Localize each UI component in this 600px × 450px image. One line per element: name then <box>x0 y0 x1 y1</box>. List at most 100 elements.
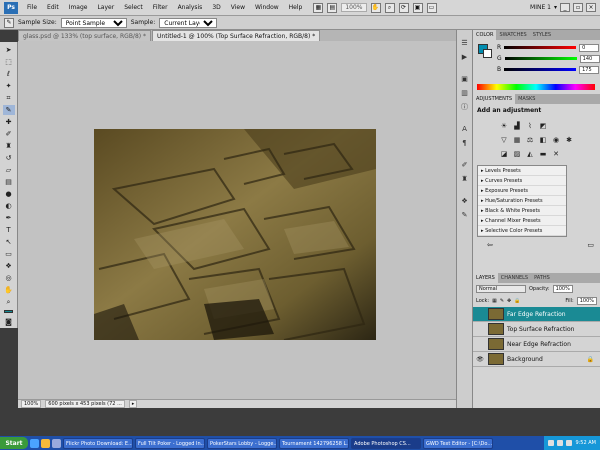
black-white-icon[interactable]: ◧ <box>538 135 548 145</box>
tab-styles[interactable]: STYLES <box>530 30 554 40</box>
brush-tool-icon[interactable]: ✐ <box>3 129 15 139</box>
menu-edit[interactable]: Edit <box>42 4 64 11</box>
threshold-icon[interactable]: ◭ <box>525 149 535 159</box>
info-panel-icon[interactable]: ⓘ <box>460 102 470 112</box>
rotate-view-icon[interactable]: ⟳ <box>398 2 409 13</box>
color-balance-icon[interactable]: ⚖ <box>525 135 535 145</box>
menu-analysis[interactable]: Analysis <box>173 4 208 11</box>
eyedropper-preset-icon[interactable]: ✎ <box>4 17 14 28</box>
tab-layers[interactable]: LAYERS <box>473 273 498 283</box>
tab-paths[interactable]: PATHS <box>531 273 553 283</box>
taskbar-item-text-editor[interactable]: GWD Text Editor - [C:\Do... <box>423 437 493 449</box>
menu-file[interactable]: File <box>22 4 42 11</box>
menu-layer[interactable]: Layer <box>92 4 119 11</box>
history-brush-tool-icon[interactable]: ↺ <box>3 153 15 163</box>
dodge-tool-icon[interactable]: ◐ <box>3 201 15 211</box>
outlook-icon[interactable] <box>41 438 50 448</box>
menu-help[interactable]: Help <box>284 4 308 11</box>
clone-stamp-tool-icon[interactable]: ♜ <box>3 141 15 151</box>
document-canvas-image[interactable] <box>94 129 376 340</box>
clone-source-panel-icon[interactable]: ♜ <box>460 174 470 184</box>
layer-row[interactable]: Top Surface Refraction <box>473 322 600 337</box>
preset-channel-mixer[interactable]: ▸ Channel Mixer Presets <box>478 216 566 226</box>
brushes-panel-icon[interactable]: ✐ <box>460 160 470 170</box>
gradient-map-icon[interactable]: ▬ <box>538 149 548 159</box>
security-icon[interactable] <box>566 440 573 446</box>
paragraph-panel-icon[interactable]: ¶ <box>460 138 470 148</box>
shape-tool-icon[interactable]: ▭ <box>3 249 15 259</box>
background-color-swatch[interactable] <box>483 49 492 58</box>
status-menu-arrow-icon[interactable]: ▸ <box>128 400 138 408</box>
3d-orbit-tool-icon[interactable]: ◎ <box>3 273 15 283</box>
tool-presets-panel-icon[interactable]: ✎ <box>460 210 470 220</box>
blue-value-field[interactable]: 175 <box>579 65 600 74</box>
character-panel-icon[interactable]: A <box>460 124 470 134</box>
eyedropper-tool-icon[interactable]: ✎ <box>2 105 15 115</box>
preset-levels[interactable]: ▸ Levels Presets <box>478 166 566 176</box>
crop-tool-icon[interactable]: ⌗ <box>3 93 15 103</box>
channel-mixer-icon[interactable]: ✱ <box>564 135 574 145</box>
gradient-tool-icon[interactable]: ▤ <box>3 177 15 187</box>
preset-curves[interactable]: ▸ Curves Presets <box>478 176 566 186</box>
move-tool-icon[interactable]: ➤ <box>3 45 15 55</box>
tab-adjustments[interactable]: ADJUSTMENTS <box>473 94 516 104</box>
history-panel-icon[interactable]: ☰ <box>460 38 470 48</box>
blue-slider[interactable] <box>504 68 577 71</box>
taskbar-item-flickr[interactable]: Flickr Photo Download: E... <box>63 437 133 449</box>
network-icon[interactable] <box>548 440 555 446</box>
navigator-panel-icon[interactable]: ▣ <box>460 74 470 84</box>
zoom-tool-icon[interactable]: ⌕ <box>384 2 395 13</box>
selective-color-icon[interactable]: ✕ <box>551 149 561 159</box>
preset-hue-saturation[interactable]: ▸ Hue/Saturation Presets <box>478 196 566 206</box>
red-slider[interactable] <box>504 46 577 49</box>
preset-black-white[interactable]: ▸ Black & White Presets <box>478 206 566 216</box>
opacity-field[interactable]: 100% <box>552 285 573 293</box>
eye-icon[interactable]: 👁 <box>475 356 485 363</box>
taskbar-item-full-tilt[interactable]: Full Tilt Poker - Logged In... <box>135 437 205 449</box>
tab-swatches[interactable]: SWATCHES <box>496 30 529 40</box>
bridge-icon[interactable]: ▦ <box>313 2 324 13</box>
return-to-list-icon[interactable]: ⇦ <box>487 241 493 249</box>
hue-saturation-icon[interactable]: ▦ <box>512 135 522 145</box>
taskbar-item-photoshop[interactable]: Adobe Photoshop CS... <box>351 437 421 449</box>
volume-icon[interactable] <box>557 440 564 446</box>
panel-options-icon[interactable]: ▭ <box>587 241 594 249</box>
invert-icon[interactable]: ◪ <box>499 149 509 159</box>
tab-color[interactable]: COLOR <box>473 30 497 40</box>
screen-mode-icon[interactable]: ▭ <box>426 2 437 13</box>
status-zoom-field[interactable]: 100% <box>21 400 42 408</box>
menu-select[interactable]: Select <box>119 4 148 11</box>
menu-window[interactable]: Window <box>250 4 284 11</box>
view-extras-icon[interactable]: ▤ <box>327 2 338 13</box>
vibrance-icon[interactable]: ▽ <box>499 135 509 145</box>
foreground-color-swatch[interactable] <box>4 310 13 313</box>
lasso-tool-icon[interactable]: ℓ <box>3 69 15 79</box>
brightness-contrast-icon[interactable]: ☀ <box>499 121 509 131</box>
type-tool-icon[interactable]: T <box>3 225 15 235</box>
lock-position-icon[interactable]: ✥ <box>507 298 511 304</box>
green-slider[interactable] <box>504 57 577 60</box>
layer-row[interactable]: Near Edge Refraction <box>473 337 600 352</box>
zoom-level-dropdown[interactable]: 100% <box>341 3 367 12</box>
tab-channels[interactable]: CHANNELS <box>498 273 531 283</box>
preset-selective-color[interactable]: ▸ Selective Color Presets <box>478 226 566 236</box>
workspace-switcher[interactable]: MINE 1 <box>530 4 551 11</box>
sample-size-select[interactable]: Point Sample <box>60 17 127 28</box>
green-value-field[interactable]: 140 <box>579 54 600 63</box>
close-icon[interactable]: × <box>586 3 596 12</box>
photo-filter-icon[interactable]: ◉ <box>551 135 561 145</box>
layer-row[interactable]: 👁 Background 🔒 <box>473 352 600 367</box>
3d-rotate-tool-icon[interactable]: ❖ <box>3 261 15 271</box>
start-button[interactable]: Start <box>0 437 28 449</box>
tab-untitled-1[interactable]: Untitled-1 @ 100% (Top Surface Refractio… <box>152 30 321 41</box>
path-selection-tool-icon[interactable]: ↖ <box>3 237 15 247</box>
taskbar-item-tournament[interactable]: Tournament 142796258 L... <box>279 437 349 449</box>
menu-filter[interactable]: Filter <box>148 4 173 11</box>
posterize-icon[interactable]: ▨ <box>512 149 522 159</box>
menu-3d[interactable]: 3D <box>207 4 225 11</box>
restore-icon[interactable]: ▫ <box>573 3 583 12</box>
lock-transparency-icon[interactable]: ▦ <box>492 298 497 304</box>
exposure-icon[interactable]: ◩ <box>538 121 548 131</box>
quick-select-tool-icon[interactable]: ✦ <box>3 81 15 91</box>
quick-mask-icon[interactable]: ◙ <box>3 317 15 327</box>
